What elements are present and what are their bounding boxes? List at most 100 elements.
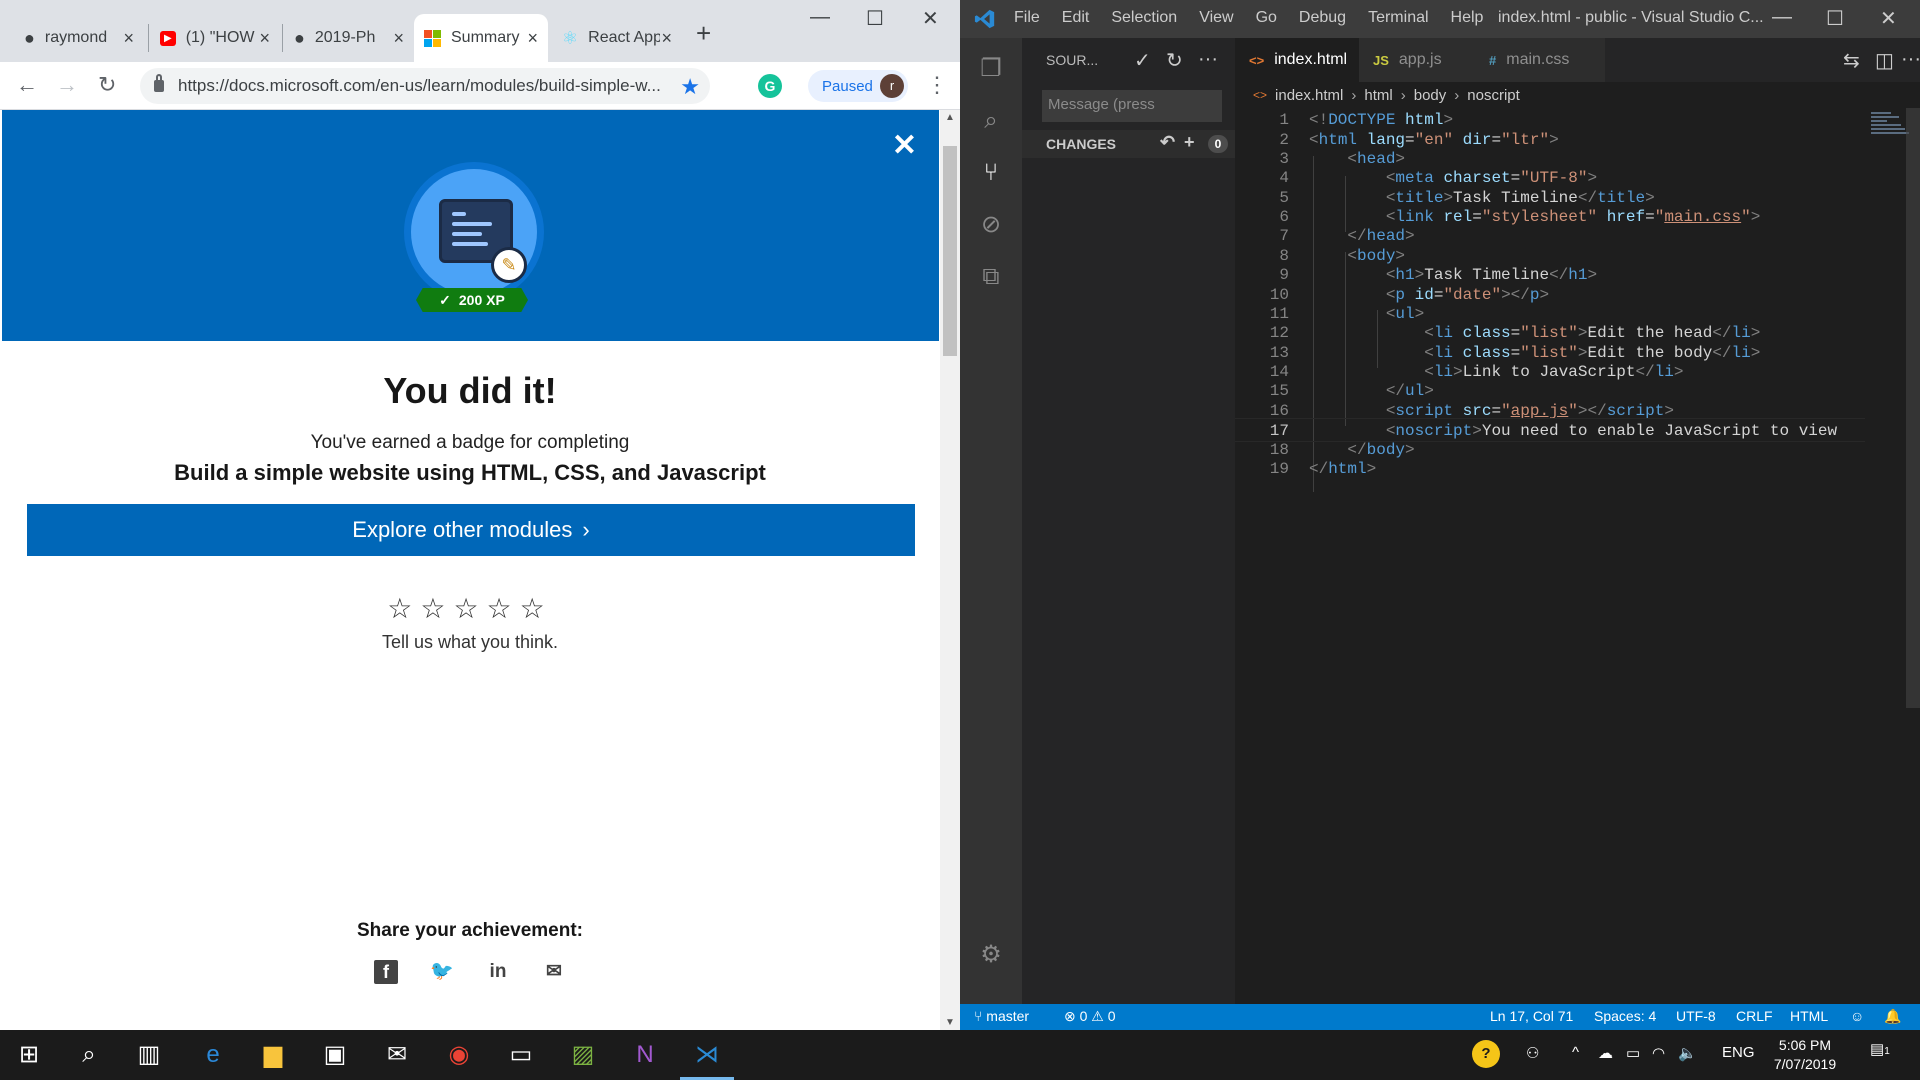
reload-button[interactable]: ↻ [98, 72, 116, 98]
help-icon[interactable]: ? [1472, 1040, 1500, 1068]
breadcrumb-item[interactable]: noscript [1467, 87, 1520, 104]
tab-app-js[interactable]: JS app.js [1359, 38, 1475, 82]
task-view-icon[interactable]: ▥ [132, 1038, 166, 1072]
line-ending[interactable]: CRLF [1736, 1008, 1773, 1024]
start-windows-icon[interactable]: ⊞ [12, 1038, 46, 1072]
debug-icon[interactable]: ⊘ [976, 210, 1006, 240]
action-center-icon[interactable]: ▤1 [1870, 1040, 1890, 1058]
bookmark-star-icon[interactable]: ★ [680, 74, 700, 100]
forward-button[interactable]: → [56, 72, 78, 98]
browser-tab[interactable]: ● raymond × [14, 14, 144, 62]
tab-close-icon[interactable]: × [527, 28, 538, 49]
git-branch[interactable]: ⑂ master [974, 1008, 1029, 1024]
encoding[interactable]: UTF-8 [1676, 1008, 1716, 1024]
tab-close-icon[interactable]: × [123, 28, 134, 49]
tab-main-css[interactable]: # main.css [1475, 38, 1605, 82]
more-actions-icon[interactable]: ··· [1901, 48, 1920, 71]
source-control-icon[interactable]: ⑂ [976, 158, 1006, 188]
browser-tab[interactable]: ● 2019-Ph × [284, 14, 414, 62]
changes-section[interactable]: CHANGES ↶ + 0 [1022, 130, 1235, 158]
tab-close-icon[interactable]: × [393, 28, 404, 49]
star-rating[interactable]: ☆☆☆☆☆ [0, 592, 940, 625]
scrollbar-thumb[interactable] [943, 146, 957, 356]
vscode-taskbar-icon[interactable]: ⋊ [680, 1038, 734, 1080]
onenote-icon[interactable]: N [628, 1038, 662, 1072]
explorer-icon[interactable]: ❐ [976, 54, 1006, 84]
maximize-button[interactable]: ☐ [866, 6, 884, 31]
feedback-smiley-icon[interactable]: ☺ [1850, 1008, 1864, 1024]
editor-scrollbar[interactable] [1906, 108, 1920, 708]
extensions-icon[interactable]: ⧉ [976, 262, 1006, 292]
terminal-icon[interactable]: ▭ [504, 1038, 538, 1072]
onedrive-icon[interactable]: ☁ [1598, 1044, 1613, 1062]
breadcrumb-item[interactable]: body [1414, 87, 1447, 104]
browser-tab[interactable]: ⚛ React App × [552, 14, 682, 62]
volume-icon[interactable]: 🔈 [1678, 1044, 1697, 1062]
close-icon[interactable]: ✕ [892, 128, 917, 163]
system-clock[interactable]: 5:06 PM 7/07/2019 [1760, 1036, 1850, 1074]
new-tab-button[interactable]: + [696, 18, 711, 49]
image-editor-icon[interactable]: ▨ [566, 1038, 600, 1072]
grammarly-extension-icon[interactable]: G [758, 74, 782, 98]
menu-debug[interactable]: Debug [1299, 9, 1346, 27]
tab-close-icon[interactable]: × [661, 28, 672, 49]
browser-tab[interactable]: ▶ (1) "HOW × [150, 14, 280, 62]
breadcrumb-item[interactable]: html [1364, 87, 1392, 104]
menu-edit[interactable]: Edit [1062, 9, 1090, 27]
open-changes-icon[interactable]: ⇆ [1843, 48, 1860, 73]
close-window-button[interactable]: ✕ [922, 6, 939, 31]
edge-icon[interactable]: e [196, 1038, 230, 1072]
browser-tab-active[interactable]: Summary × [414, 14, 548, 62]
scroll-up-icon[interactable]: ▲ [945, 112, 955, 123]
notification-bell-icon[interactable]: 🔔 [1884, 1008, 1901, 1025]
address-bar[interactable]: https://docs.microsoft.com/en-us/learn/m… [140, 68, 710, 104]
page-scrollbar[interactable]: ▲ ▼ [940, 110, 960, 1030]
menu-selection[interactable]: Selection [1111, 9, 1177, 27]
menu-go[interactable]: Go [1256, 9, 1277, 27]
discard-icon[interactable]: ↶ [1160, 132, 1175, 153]
menu-view[interactable]: View [1199, 9, 1233, 27]
minimize-button[interactable]: — [1772, 6, 1792, 29]
mail-icon[interactable]: ✉ [380, 1038, 414, 1072]
code-editor[interactable]: 1 <!DOCTYPE html> 2 <html lang="en" dir="l… [1235, 108, 1865, 996]
breadcrumb-item[interactable]: index.html [1275, 87, 1343, 104]
search-icon[interactable]: ⌕ [72, 1038, 106, 1072]
battery-icon[interactable]: ▭ [1626, 1044, 1640, 1062]
problems-indicator[interactable]: ⊗ 0 ⚠ 0 [1064, 1008, 1116, 1025]
minimize-button[interactable]: — [810, 6, 830, 29]
wifi-icon[interactable]: ◠ [1652, 1044, 1665, 1062]
twitter-icon[interactable]: 🐦 [430, 960, 454, 984]
tab-close-icon[interactable]: × [259, 28, 270, 49]
people-icon[interactable]: ⚇ [1526, 1044, 1539, 1062]
chevron-up-icon[interactable]: ^ [1572, 1044, 1579, 1061]
linkedin-icon[interactable]: in [486, 960, 510, 984]
chrome-icon[interactable]: ◉ [442, 1038, 476, 1072]
input-language[interactable]: ENG [1722, 1044, 1755, 1061]
menu-help[interactable]: Help [1451, 9, 1484, 27]
commit-message-input[interactable]: Message (press [1042, 90, 1222, 122]
indentation[interactable]: Spaces: 4 [1594, 1008, 1656, 1024]
facebook-icon[interactable]: f [374, 960, 398, 984]
chrome-menu-icon[interactable]: ⋮ [926, 72, 948, 98]
menu-file[interactable]: File [1014, 9, 1040, 27]
maximize-button[interactable]: ☐ [1826, 6, 1844, 31]
profile-button[interactable]: Paused r [808, 70, 908, 102]
refresh-icon[interactable]: ↻ [1166, 48, 1183, 73]
cursor-position[interactable]: Ln 17, Col 71 [1490, 1008, 1573, 1024]
file-explorer-icon[interactable]: ▆ [256, 1038, 290, 1072]
gear-icon[interactable]: ⚙ [976, 940, 1006, 970]
more-actions-icon[interactable]: ··· [1198, 48, 1218, 71]
split-editor-icon[interactable]: ◫ [1875, 48, 1894, 73]
explore-modules-button[interactable]: Explore other modules › [27, 504, 915, 556]
search-icon[interactable]: ⌕ [976, 106, 1006, 136]
email-icon[interactable]: ✉ [542, 960, 566, 984]
menu-terminal[interactable]: Terminal [1368, 9, 1428, 27]
close-window-button[interactable]: ✕ [1880, 6, 1897, 31]
stage-all-icon[interactable]: + [1184, 132, 1195, 153]
language-mode[interactable]: HTML [1790, 1008, 1828, 1024]
store-icon[interactable]: ▣ [318, 1038, 352, 1072]
scroll-down-icon[interactable]: ▼ [945, 1017, 955, 1028]
tab-index-html[interactable]: <> index.html × [1235, 38, 1371, 82]
commit-check-icon[interactable]: ✓ [1134, 48, 1151, 73]
back-button[interactable]: ← [16, 72, 38, 98]
